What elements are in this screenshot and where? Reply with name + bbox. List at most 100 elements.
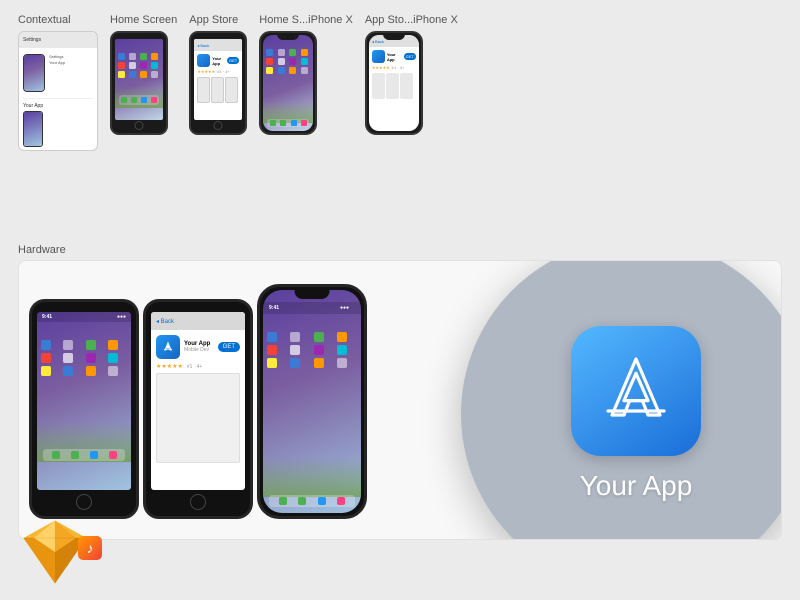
hw-iphonex-dock [269,495,355,507]
mini-as-app-name: Your App [212,56,225,66]
preview-group-contextual: Contextual Settings Settings Your App [18,14,98,151]
mini-as-body: Your App GET ★★★★★ #1 · 4+ [194,51,242,106]
hw-iphonex-status: 9:41 ●●● [263,302,361,314]
mini-iphone-home [110,31,168,135]
preview-label-home: Home Screen [110,14,177,26]
hw-ix-dot-10 [290,358,300,368]
hw-ix-dock-phone [279,497,287,505]
mini-iphonex-home [259,31,317,135]
app-store-logo-svg [596,351,676,431]
app-name-large: Your App [580,470,693,502]
mini-ix-icon-4 [301,49,308,56]
hw-ix-dot-1 [267,332,277,342]
mini-iphonex-as-get[interactable]: GET [404,53,416,60]
mini-icon-11 [140,71,147,78]
hw-rating-count: #1 [187,364,193,370]
mini-icon-3 [140,53,147,60]
hw-iphonex-nature [263,457,361,497]
mini-as-stars: ★★★★★ [197,69,215,74]
hw-status-bar: 9:41 ●●● [37,312,131,322]
ctx-phone2 [23,111,43,147]
preview-group-appstore: App Store ◂ Back Your App GET [189,14,247,151]
mini-iphonex-appstore: ◂ Back Your App GET ★★★★★ #1 · 4+ [365,31,423,135]
dock-messages [131,97,137,103]
mini-iphonex-appstore-screen: ◂ Back Your App GET ★★★★★ #1 · 4+ [369,35,419,131]
hw-icon-6 [63,353,73,363]
mini-icon-1 [118,53,125,60]
mini-as-screenshots [197,77,239,103]
hw-ix-dot-4 [337,332,347,342]
app-icon-large [571,326,701,456]
mini-iphonex-icon-grid [263,35,313,77]
mini-iphonex-as-row: Your App GET [372,50,416,63]
hardware-label: Hardware [0,240,800,260]
hw-icon-2 [63,340,73,350]
hw-dock-safari [90,451,98,459]
hw-iphonex-notch [295,287,330,299]
mini-iphonex-as-stars: ★★★★★ [372,65,390,70]
app-store-icon-svg [161,340,175,354]
mini-iphonex-ss-2 [386,73,399,99]
mini-iphonex-notch [277,33,299,40]
hw-status-time: 9:41 [42,314,52,320]
hw-ix-dock-music [337,497,345,505]
ctx-label-settings: Settings [49,54,65,59]
mini-iphonex-as-back: ◂ Back [372,39,384,44]
mini-iphonex-as-info: Your App [387,52,402,62]
hw-icon-8 [108,353,118,363]
preview-group-home-x: Home S...iPhone X [259,14,353,151]
hw-phone-home-screen: 9:41 ●●● [37,312,131,490]
mini-iphonex-as-screenshots [372,73,416,99]
mini-icon-10 [129,71,136,78]
dock-safari [141,97,147,103]
iphonex-dock [267,119,309,127]
hw-as-app-row: Your App Mobile Dev GET [156,335,240,359]
mini-icon-2 [129,53,136,60]
preview-label-appstore: App Store [189,14,238,26]
ctx-phone2-screen [24,112,42,146]
ctx-mini-phone-row2 [23,111,93,147]
mini-as-app-row: Your App GET [197,54,239,67]
mini-iphonex-as-rating: ★★★★★ #1 · 4+ [372,65,416,70]
mini-icon-9 [118,71,125,78]
mini-iphonex-as-name: Your App [387,52,402,62]
mini-as-get-btn[interactable]: GET [227,57,239,64]
mini-icon-4 [151,53,158,60]
hw-as-info: Your App Mobile Dev [184,341,214,353]
hw-icon-5 [41,353,51,363]
ctx-top-bar: Settings [19,32,97,48]
hw-screenshot-strip [156,373,240,463]
mini-as-rating-row: ★★★★★ #1 · 4+ [197,69,239,74]
iphonex-dock-music [301,120,307,126]
preview-label-home-x: Home S...iPhone X [259,14,353,26]
hw-stars: ★★★★★ [156,363,183,370]
hw-rating-row: ★★★★★ #1 4+ [156,363,240,370]
ctx-phone-row: Settings Your App [23,54,93,92]
ctx-body: Settings Your App Your App [19,48,97,151]
hw-iphonex-time: 9:41 [269,305,279,311]
hw-appstore-screen: ◂ Back [151,312,245,490]
hw-as-get-btn[interactable]: GET [218,342,240,352]
app-showcase-circle: Your App [461,260,782,540]
hw-icon-9 [41,366,51,376]
hw-as-app-icon [156,335,180,359]
mini-dock [119,95,159,105]
mini-home-icon-grid [115,39,163,81]
hw-ix-dot-9 [267,358,277,368]
hardware-section: Hardware 9:41 ●●● [0,240,800,540]
mini-iphonex-as-body: Your App GET ★★★★★ #1 · 4+ [369,47,419,102]
mini-icon-12 [151,71,158,78]
hw-as-nav: ◂ Back [151,312,245,330]
hw-icon-1 [41,340,51,350]
hw-ix-dot-11 [314,358,324,368]
hw-as-app-sub: Mobile Dev [184,347,214,353]
mini-as-nav: ◂ Back [194,39,242,51]
hw-home-grid [37,322,131,380]
mini-icon-8 [151,62,158,69]
preview-label-appstore-x: App Sto...iPhone X [365,14,458,26]
mini-ix-icon-5 [266,58,273,65]
hw-phone-home: 9:41 ●●● [29,299,139,519]
mini-iphonex-as-icon [372,50,385,63]
hw-ix-dot-6 [290,345,300,355]
mini-as-ss-1 [197,77,210,103]
